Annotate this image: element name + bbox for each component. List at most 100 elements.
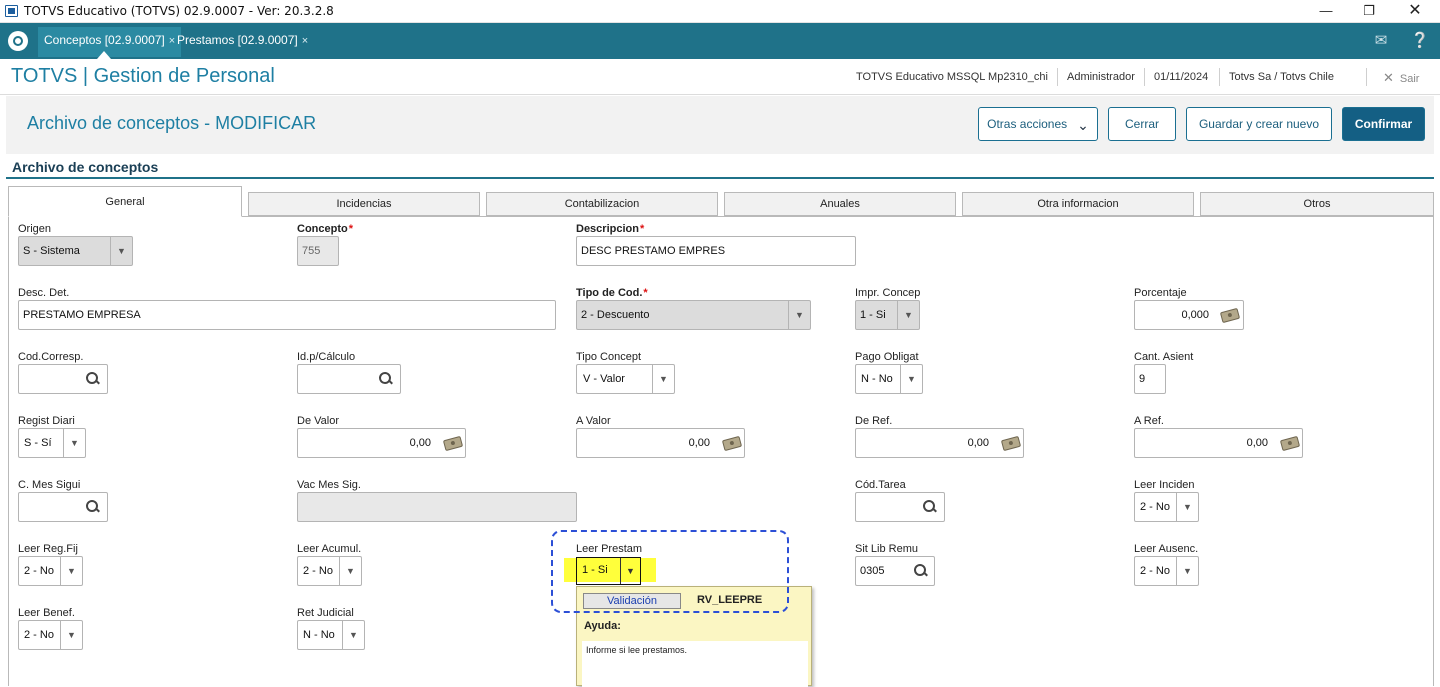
cant-asient-label: Cant. Asient: [1134, 351, 1194, 363]
pago-oblig-label: Pago Obligat: [855, 351, 919, 363]
desc-det-field[interactable]: PRESTAMO EMPRESA: [18, 300, 556, 330]
confirm-button[interactable]: Confirmar: [1342, 107, 1425, 141]
company-label: Totvs Sa / Totvs Chile: [1229, 71, 1334, 83]
tipo-concept-select[interactable]: V - Valor ▼: [576, 364, 675, 394]
de-ref-value: 0,00: [967, 437, 989, 449]
folder-tab-contabilizacion[interactable]: Contabilizacion: [486, 192, 718, 216]
dropdown-arrow-icon: ▼: [900, 365, 922, 393]
regist-diari-select[interactable]: S - Sí ▼: [18, 428, 86, 458]
app-tab-strip: Conceptos [02.9.0007] × Prestamos [02.9.0…: [0, 23, 1440, 59]
exit-x-icon: ✕: [1383, 70, 1394, 85]
search-icon[interactable]: [85, 499, 101, 515]
leer-inciden-select[interactable]: 2 - No ▼: [1134, 492, 1199, 522]
ret-judicial-select[interactable]: N - No ▼: [297, 620, 365, 650]
de-valor-field[interactable]: 0,00: [297, 428, 466, 458]
leer-acumul-label: Leer Acumul.: [297, 543, 362, 555]
money-icon[interactable]: [442, 435, 464, 452]
tab-prestamos-close-icon[interactable]: ×: [302, 35, 308, 47]
sit-lib-remu-value: 0305: [860, 565, 885, 577]
money-icon[interactable]: [721, 435, 743, 452]
tab-conceptos-label: Conceptos [02.9.0007]: [44, 33, 165, 47]
a-ref-label: A Ref.: [1134, 415, 1164, 427]
app-window-icon: [5, 5, 18, 17]
more-actions-label: Otras acciones: [987, 117, 1068, 131]
exit-button[interactable]: ✕ Sair: [1383, 70, 1419, 86]
field-code: RV_LEEPRE: [697, 594, 763, 606]
a-ref-value: 0,00: [1246, 437, 1268, 449]
id-calculo-field[interactable]: [297, 364, 401, 394]
cod-corresp-field[interactable]: [18, 364, 108, 394]
header-divider: [1219, 68, 1220, 86]
money-icon[interactable]: [1000, 435, 1022, 452]
vac-mes-sig-field[interactable]: [297, 492, 577, 522]
c-mes-sigui-label: C. Mes Sigui: [18, 479, 81, 491]
pago-oblig-value: N - No: [861, 373, 893, 385]
c-mes-sigui-field[interactable]: [18, 492, 108, 522]
dropdown-arrow-icon: ▼: [652, 365, 674, 393]
dropdown-arrow-icon: ▼: [110, 237, 132, 265]
search-icon[interactable]: [378, 371, 394, 387]
close-button[interactable]: Cerrar: [1108, 107, 1176, 141]
section-title: Archivo de conceptos: [12, 159, 159, 175]
window-titlebar: TOTVS Educativo (TOTVS) 02.9.0007 - Ver:…: [0, 0, 1440, 23]
leer-reg-fij-select[interactable]: 2 - No ▼: [18, 556, 83, 586]
dropdown-arrow-icon: ▼: [788, 301, 810, 329]
restore-icon[interactable]: ❐: [1346, 0, 1392, 22]
tipo-cod-select[interactable]: 2 - Descuento ▼: [576, 300, 811, 330]
help-title: Ayuda:: [584, 620, 621, 632]
close-icon[interactable]: ✕: [1392, 0, 1438, 22]
folder-tab-anuales[interactable]: Anuales: [724, 192, 956, 216]
concepto-field[interactable]: 755: [297, 236, 339, 266]
tipo-cod-label: Tipo de Cod.*: [576, 287, 648, 299]
folder-tab-otra-informacion[interactable]: Otra informacion: [962, 192, 1194, 216]
folder-tab-otros[interactable]: Otros: [1200, 192, 1434, 216]
folder-tab-incidencias[interactable]: Incidencias: [248, 192, 480, 216]
search-icon[interactable]: [85, 371, 101, 387]
dropdown-arrow-icon: ▼: [620, 558, 640, 584]
pago-oblig-select[interactable]: N - No ▼: [855, 364, 923, 394]
totvs-logo-icon[interactable]: [8, 31, 28, 51]
leer-prestam-label: Leer Prestam: [576, 543, 643, 555]
minimize-icon[interactable]: —: [1303, 0, 1349, 22]
active-tab-pointer: [97, 51, 111, 59]
ret-judicial-label: Ret Judicial: [297, 607, 354, 619]
save-and-new-button[interactable]: Guardar y crear nuevo: [1186, 107, 1332, 141]
descripcion-field[interactable]: DESC PRESTAMO EMPRES: [576, 236, 856, 266]
page-title: Archivo de conceptos - MODIFICAR: [27, 113, 317, 133]
tipo-concept-label: Tipo Concept: [576, 351, 642, 363]
search-icon[interactable]: [922, 499, 938, 515]
impr-concep-select[interactable]: 1 - Si ▼: [855, 300, 920, 330]
leer-prestam-value: 1 - Si: [582, 564, 608, 576]
leer-prestam-select[interactable]: 1 - Si ▼: [576, 557, 641, 585]
porcentaje-field[interactable]: 0,000: [1134, 300, 1244, 330]
ret-judicial-value: N - No: [303, 629, 335, 641]
regist-diari-value: S - Sí: [24, 437, 52, 449]
validation-button[interactable]: Validación: [583, 593, 681, 609]
a-valor-field[interactable]: 0,00: [576, 428, 745, 458]
de-ref-field[interactable]: 0,00: [855, 428, 1024, 458]
origen-value: S - Sistema: [23, 245, 80, 257]
user-label: Administrador: [1067, 71, 1135, 83]
sit-lib-remu-field[interactable]: 0305: [855, 556, 935, 586]
a-ref-field[interactable]: 0,00: [1134, 428, 1303, 458]
origen-select[interactable]: S - Sistema ▼: [18, 236, 133, 266]
leer-ausenc-value: 2 - No: [1140, 565, 1170, 577]
header-divider: [1144, 68, 1145, 86]
more-actions-button[interactable]: Otras acciones ⌄: [978, 107, 1098, 141]
search-icon[interactable]: [913, 563, 929, 579]
leer-acumul-select[interactable]: 2 - No ▼: [297, 556, 362, 586]
help-icon[interactable]: ❔: [1409, 30, 1431, 52]
leer-reg-fij-label: Leer Reg.Fij: [18, 543, 78, 555]
money-icon[interactable]: [1219, 307, 1241, 324]
folder-tab-general[interactable]: General: [8, 186, 242, 217]
money-icon[interactable]: [1279, 435, 1301, 452]
window-title: TOTVS Educativo (TOTVS) 02.9.0007 - Ver:…: [24, 4, 334, 18]
tipo-cod-value: 2 - Descuento: [581, 309, 650, 321]
leer-ausenc-select[interactable]: 2 - No ▼: [1134, 556, 1199, 586]
leer-ausenc-label: Leer Ausenc.: [1134, 543, 1199, 555]
mail-icon[interactable]: ✉: [1370, 30, 1392, 52]
cant-asient-field[interactable]: 9: [1134, 364, 1166, 394]
cod-tarea-field[interactable]: [855, 492, 945, 522]
tab-prestamos[interactable]: Prestamos [02.9.0007] ×: [171, 27, 314, 57]
leer-benef-select[interactable]: 2 - No ▼: [18, 620, 83, 650]
